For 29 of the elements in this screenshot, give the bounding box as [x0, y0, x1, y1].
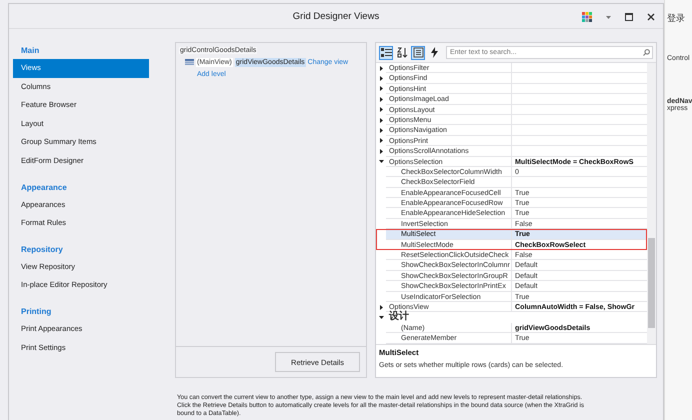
- expand-icon[interactable]: [378, 96, 384, 102]
- expand-icon[interactable]: [378, 86, 384, 92]
- section-heading: Repository: [20, 244, 64, 256]
- section-heading: Main: [20, 45, 40, 57]
- category-name: 设计: [388, 312, 410, 323]
- dropdown-icon[interactable]: [606, 16, 611, 18]
- expand-icon[interactable]: [378, 66, 384, 71]
- maximize-icon[interactable]: [625, 13, 633, 21]
- palette-icon[interactable]: [582, 12, 592, 22]
- table-icon: [185, 59, 194, 66]
- categorized-button[interactable]: [379, 46, 393, 60]
- expand-icon[interactable]: [378, 107, 384, 112]
- expand-icon[interactable]: [378, 128, 384, 134]
- close-icon[interactable]: [647, 13, 655, 21]
- section-heading: Appearance: [20, 182, 68, 194]
- expand-icon[interactable]: [378, 148, 384, 154]
- collapse-icon[interactable]: [378, 315, 384, 320]
- expand-icon[interactable]: [378, 118, 384, 123]
- section-heading: Printing: [20, 306, 52, 318]
- properties-button[interactable]: [411, 46, 425, 60]
- scrollbar[interactable]: [647, 63, 656, 344]
- collapse-icon[interactable]: [378, 159, 384, 164]
- sort-button[interactable]: [395, 46, 409, 60]
- expand-icon[interactable]: [378, 138, 384, 144]
- expand-icon[interactable]: [378, 76, 384, 82]
- search-icon: [643, 49, 650, 56]
- expand-icon[interactable]: [378, 304, 384, 310]
- sign-in-text[interactable]: 登录: [667, 12, 692, 25]
- window-title: Grid Designer Views: [292, 10, 380, 22]
